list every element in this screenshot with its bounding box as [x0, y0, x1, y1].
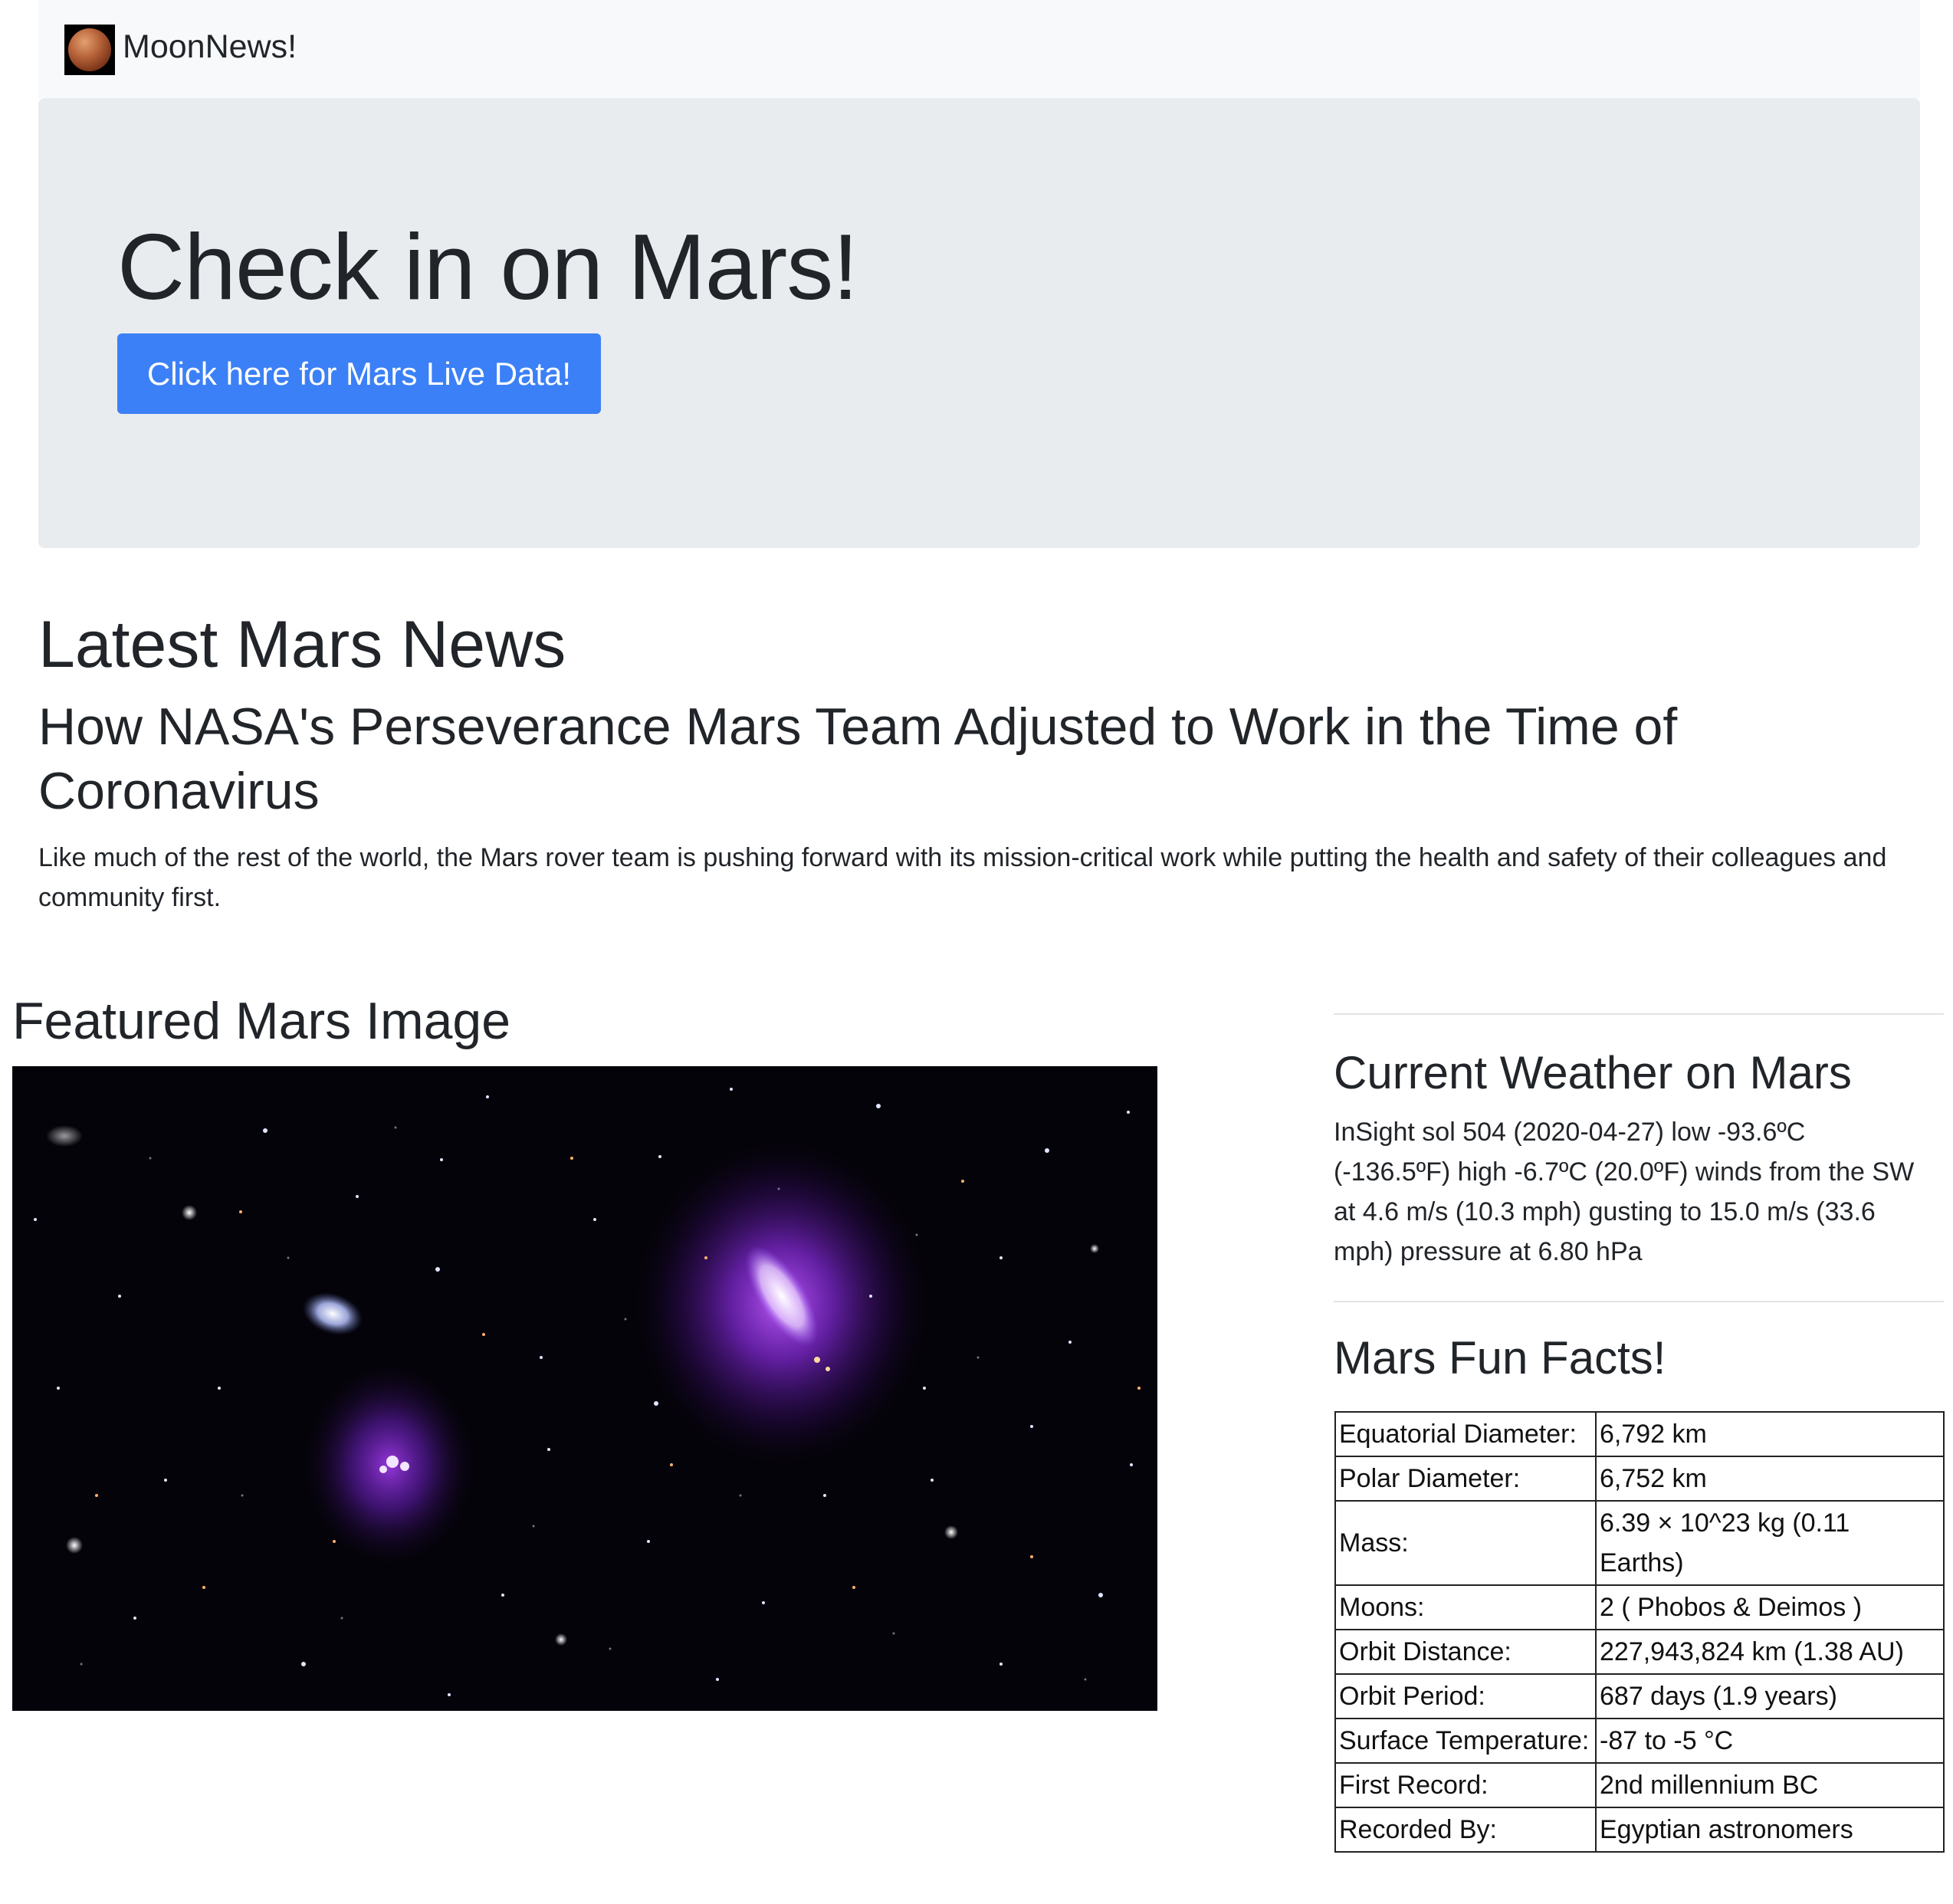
table-row: Moons: 2 ( Phobos & Deimos )	[1334, 1584, 1945, 1630]
fact-label: Recorded By:	[1334, 1807, 1597, 1853]
navbar-brand[interactable]: MoonNews!	[123, 26, 297, 67]
facts-heading: Mars Fun Facts!	[1334, 1332, 1666, 1384]
fact-value: 6,792 km	[1595, 1411, 1945, 1457]
fact-label: Mass:	[1334, 1500, 1597, 1586]
table-row: Recorded By: Egyptian astronomers	[1334, 1807, 1945, 1853]
page-title: Check in on Mars!	[117, 215, 858, 319]
fact-label: Orbit Distance:	[1334, 1629, 1597, 1675]
table-row: Equatorial Diameter: 6,792 km	[1334, 1411, 1945, 1457]
fact-value: 6,752 km	[1595, 1456, 1945, 1502]
fact-label: First Record:	[1334, 1762, 1597, 1808]
news-title: How NASA's Perseverance Mars Team Adjust…	[38, 698, 1678, 820]
mars-live-data-button[interactable]: Click here for Mars Live Data!	[117, 333, 601, 414]
fact-label: Moons:	[1334, 1584, 1597, 1630]
weather-report: InSight sol 504 (2020-04-27) low -93.6ºC…	[1334, 1118, 1915, 1266]
news-teaser: Like much of the rest of the world, the …	[38, 843, 1887, 912]
table-row: Surface Temperature: -87 to -5 °C	[1334, 1718, 1945, 1764]
fact-value: 227,943,824 km (1.38 AU)	[1595, 1629, 1945, 1675]
section-divider	[1334, 1301, 1944, 1302]
featured-image	[12, 1066, 1157, 1711]
weather-heading: Current Weather on Mars	[1334, 1047, 1852, 1098]
section-divider	[1334, 1013, 1944, 1015]
fact-value: Egyptian astronomers	[1595, 1807, 1945, 1853]
table-row: Mass: 6.39 × 10^23 kg (0.11 Earths)	[1334, 1500, 1945, 1586]
fact-value: -87 to -5 °C	[1595, 1718, 1945, 1764]
fact-label: Polar Diameter:	[1334, 1456, 1597, 1502]
table-row: First Record: 2nd millennium BC	[1334, 1762, 1945, 1808]
featured-image-heading: Featured Mars Image	[12, 992, 511, 1050]
latest-news-heading: Latest Mars News	[38, 608, 566, 681]
fact-value: 2 ( Phobos & Deimos )	[1595, 1584, 1945, 1630]
fact-label: Surface Temperature:	[1334, 1718, 1597, 1764]
jumbotron: Check in on Mars! Click here for Mars Li…	[38, 98, 1920, 548]
navbar: MoonNews!	[38, 0, 1920, 98]
fact-value: 687 days (1.9 years)	[1595, 1673, 1945, 1719]
fact-label: Orbit Period:	[1334, 1673, 1597, 1719]
fact-value: 6.39 × 10^23 kg (0.11 Earths)	[1595, 1500, 1945, 1586]
table-row: Orbit Period: 687 days (1.9 years)	[1334, 1673, 1945, 1719]
mars-planet-icon[interactable]	[64, 25, 115, 75]
fact-value: 2nd millennium BC	[1595, 1762, 1945, 1808]
facts-table: Equatorial Diameter: 6,792 km Polar Diam…	[1334, 1411, 1945, 1853]
table-row: Polar Diameter: 6,752 km	[1334, 1456, 1945, 1502]
fact-label: Equatorial Diameter:	[1334, 1411, 1597, 1457]
table-row: Orbit Distance: 227,943,824 km (1.38 AU)	[1334, 1629, 1945, 1675]
